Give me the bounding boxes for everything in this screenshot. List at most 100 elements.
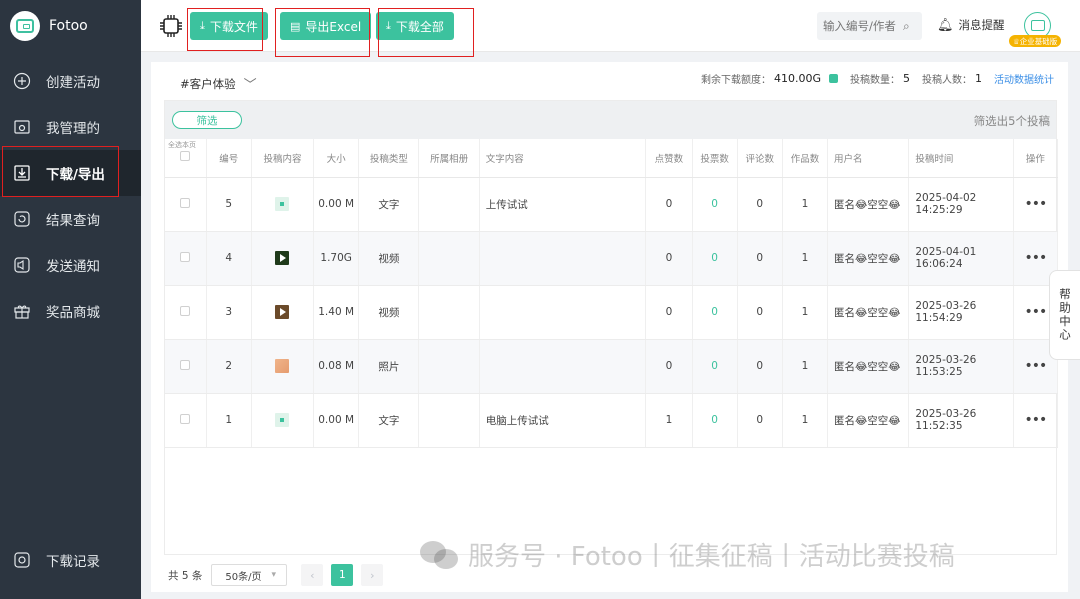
- download-icon: ⤓: [200, 19, 205, 32]
- cell-text: [479, 285, 647, 340]
- sidebar-item-download-records[interactable]: 下载记录: [0, 537, 141, 583]
- page-size-select[interactable]: 50条/页 ▾: [211, 564, 288, 586]
- sidebar-item-shop[interactable]: 奖品商城: [0, 288, 141, 334]
- activity-name: #客户体验: [180, 76, 236, 91]
- people-label: 投稿人数：: [922, 75, 972, 86]
- cell-user: 匿名😂空空😂: [827, 285, 910, 340]
- cell-user: 匿名😂空空😂: [827, 231, 910, 286]
- sidebar-item-notify[interactable]: 发送通知: [0, 242, 141, 288]
- select-all-checkbox[interactable]: [180, 151, 191, 162]
- table-row[interactable]: 1 0.00 M 文字 电脑上传试试 1 0 0 1 匿名😂空空😂 2025-0…: [165, 393, 1059, 448]
- select-all-header: 全选本页: [165, 139, 207, 178]
- count-label: 投稿数量：: [850, 75, 900, 86]
- row-checkbox[interactable]: [180, 251, 191, 262]
- export-excel-button[interactable]: ▤ 导出Excel: [280, 12, 372, 40]
- search-input[interactable]: [823, 19, 899, 33]
- cell-thumb: [251, 285, 315, 340]
- sidebar-item-label: 创建活动: [46, 75, 100, 91]
- cell-text: [479, 339, 647, 394]
- main-panel: #客户体验 ﹀ 剩余下载额度： 410.00G 投稿数量： 5 投稿人数： 1 …: [151, 62, 1068, 592]
- cell-album: [418, 339, 480, 394]
- cell-likes: 0: [645, 339, 693, 394]
- cell-user: 匿名😂空空😂: [827, 393, 910, 448]
- chip-icon[interactable]: [158, 13, 184, 39]
- col-header: 大小: [313, 139, 360, 178]
- table-row[interactable]: 5 0.00 M 文字 上传试试 0 0 0 1 匿名😂空空😂 2025-04-…: [165, 177, 1059, 232]
- cell-id: 2: [206, 339, 252, 394]
- cell-type: 照片: [358, 339, 420, 394]
- people-value: 1: [975, 72, 982, 85]
- table-row[interactable]: 4 1.70G 视频 0 0 0 1 匿名😂空空😂 2025-04-01 16:…: [165, 231, 1059, 286]
- cell-works: 1: [782, 393, 829, 448]
- row-checkbox[interactable]: [180, 359, 191, 370]
- cell-likes: 1: [645, 393, 693, 448]
- video-thumbnail-icon[interactable]: [275, 251, 290, 265]
- download-file-button[interactable]: ⤓ 下载文件: [190, 12, 268, 40]
- filter-button[interactable]: 筛选: [172, 111, 242, 129]
- quota-label: 剩余下载额度：: [700, 75, 771, 86]
- sidebar-item-label: 发送通知: [46, 259, 100, 275]
- cell-size: 0.08 M: [313, 339, 360, 394]
- cell-comments: 0: [737, 339, 783, 394]
- search-icon[interactable]: ⌕: [903, 19, 910, 34]
- sidebar-nav: 创建活动 我管理的 下载/导出 结果查询 发送通知 奖品商城: [0, 58, 141, 334]
- row-select-cell: [165, 285, 207, 340]
- sidebar-item-managed[interactable]: 我管理的: [0, 104, 141, 150]
- notification-button[interactable]: 🔔︎ 消息提醒: [937, 17, 1005, 33]
- cell-votes[interactable]: 0: [692, 231, 738, 286]
- cell-text: 电脑上传试试: [479, 393, 647, 448]
- cell-size: 0.00 M: [313, 393, 360, 448]
- table-row[interactable]: 2 0.08 M 照片 0 0 0 1 匿名😂空空😂 2025-03-26 11…: [165, 339, 1059, 394]
- pagination: 共 5 条 50条/页 ▾ ‹ 1 ›: [168, 564, 384, 586]
- select-all-label: 全选本页: [168, 141, 196, 149]
- text-thumbnail-icon[interactable]: [275, 197, 290, 211]
- download-all-button[interactable]: ⤓ 下载全部: [376, 12, 454, 40]
- cell-user: 匿名😂空空😂: [827, 177, 910, 232]
- row-select-cell: [165, 231, 207, 286]
- cell-id: 4: [206, 231, 252, 286]
- cell-id: 5: [206, 177, 252, 232]
- refresh-icon: [12, 209, 32, 229]
- row-checkbox[interactable]: [180, 305, 191, 316]
- help-center-button[interactable]: 帮助中心: [1049, 270, 1080, 360]
- cell-votes[interactable]: 0: [692, 285, 738, 340]
- col-header: 点赞数: [645, 139, 693, 178]
- row-select-cell: [165, 339, 207, 394]
- cell-comments: 0: [737, 231, 783, 286]
- more-actions-icon[interactable]: •••: [1013, 393, 1059, 448]
- more-actions-icon[interactable]: •••: [1013, 177, 1059, 232]
- cell-works: 1: [782, 177, 829, 232]
- topbar: ⤓ 下载文件 ▤ 导出Excel ⤓ 下载全部 ⌕ 🔔︎ 消息提醒 ♕ 企业基础…: [141, 0, 1080, 52]
- fotoo-logo-icon: [10, 11, 40, 41]
- text-thumbnail-icon[interactable]: [275, 413, 290, 427]
- crown-icon: ♕: [1013, 36, 1020, 46]
- table-row[interactable]: 3 1.40 M 视频 0 0 0 1 匿名😂空空😂 2025-03-26 11…: [165, 285, 1059, 340]
- row-checkbox[interactable]: [180, 413, 191, 424]
- download-icon: ⤓: [386, 19, 391, 32]
- cell-votes[interactable]: 0: [692, 339, 738, 394]
- col-header: 作品数: [782, 139, 829, 178]
- cell-time: 2025-03-26 11:52:35: [908, 393, 1014, 448]
- cell-votes[interactable]: 0: [692, 177, 738, 232]
- cell-id: 1: [206, 393, 252, 448]
- cell-votes[interactable]: 0: [692, 393, 738, 448]
- sidebar-item-results[interactable]: 结果查询: [0, 196, 141, 242]
- sidebar-item-download-export[interactable]: 下载/导出: [0, 150, 141, 196]
- activity-selector[interactable]: #客户体验 ﹀: [180, 74, 257, 94]
- count-value: 5: [903, 72, 910, 85]
- sidebar-item-create[interactable]: 创建活动: [0, 58, 141, 104]
- notification-label: 消息提醒: [958, 18, 1005, 32]
- video-thumbnail-icon[interactable]: [275, 305, 290, 319]
- next-page-button[interactable]: ›: [361, 564, 384, 586]
- prev-page-button[interactable]: ‹: [301, 564, 324, 586]
- cell-type: 文字: [358, 177, 420, 232]
- photo-thumbnail-icon[interactable]: [275, 359, 290, 373]
- row-checkbox[interactable]: [180, 197, 191, 208]
- activity-stats-link[interactable]: 活动数据统计: [994, 71, 1054, 86]
- page-1-button[interactable]: 1: [331, 564, 354, 586]
- settings-folder-icon: [12, 117, 32, 137]
- cell-text: 上传试试: [479, 177, 647, 232]
- brand[interactable]: Fotoo: [0, 0, 141, 52]
- cell-works: 1: [782, 231, 829, 286]
- cell-thumb: [251, 393, 315, 448]
